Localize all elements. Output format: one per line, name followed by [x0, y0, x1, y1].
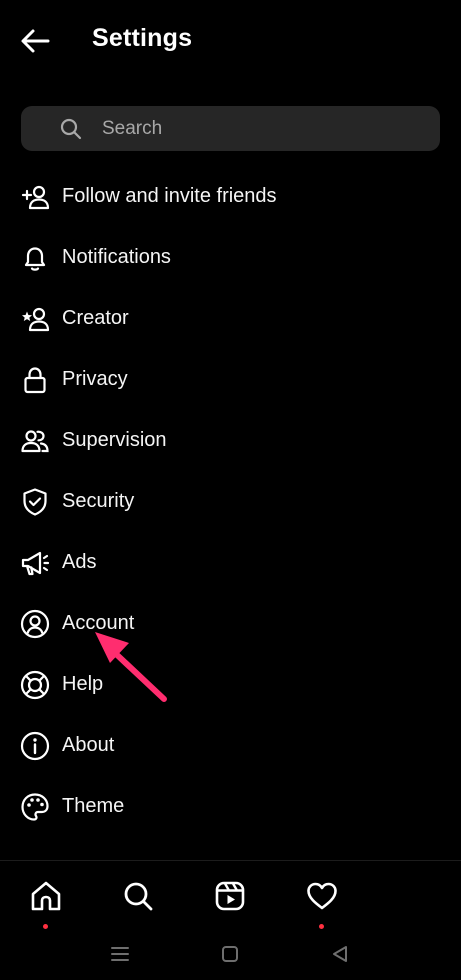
system-navigation-bar — [0, 928, 461, 980]
system-back-button[interactable] — [329, 944, 351, 964]
search-icon — [124, 882, 153, 911]
reels-icon — [215, 881, 245, 911]
system-home-button[interactable] — [219, 944, 241, 964]
tab-home[interactable] — [26, 876, 66, 929]
bottom-tab-bar — [0, 862, 461, 929]
tab-search[interactable] — [118, 876, 158, 916]
tabbar-divider — [0, 860, 461, 861]
home-icon — [31, 881, 61, 911]
system-menu-button[interactable] — [109, 944, 131, 964]
annotation-arrow — [95, 632, 167, 702]
menu-icon — [111, 947, 129, 961]
heart-icon — [307, 882, 337, 910]
back-triangle-icon — [333, 946, 347, 962]
tab-reels[interactable] — [210, 876, 250, 916]
home-square-icon — [222, 946, 238, 962]
tab-activity[interactable] — [302, 876, 342, 929]
